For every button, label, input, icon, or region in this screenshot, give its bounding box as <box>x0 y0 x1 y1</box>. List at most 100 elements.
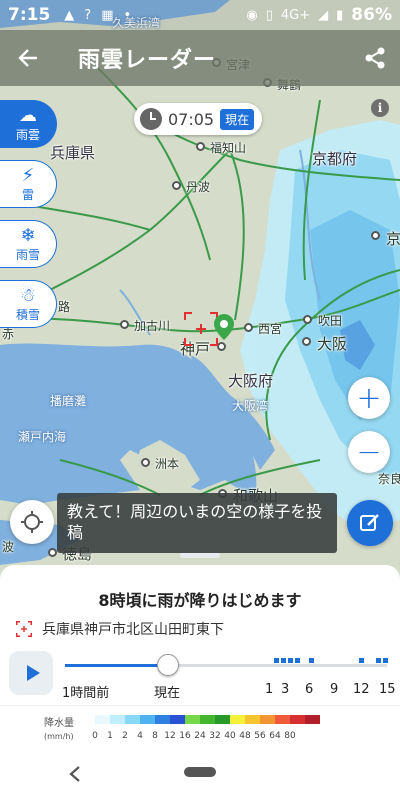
legend-swatch <box>275 715 290 724</box>
target-icon <box>16 621 32 637</box>
timeline-label-start: 1時間前 <box>62 686 110 701</box>
layer-label: 雨雲 <box>15 127 40 142</box>
legend-value: 0 <box>92 731 98 741</box>
map-label-tamba: 丹波 <box>186 180 211 194</box>
map-label-osaka-pref: 大阪府 <box>228 372 274 390</box>
city-dot <box>244 323 253 332</box>
map-label-fragment: 波 <box>2 540 15 554</box>
system-nav-bar <box>0 755 400 800</box>
radar-map[interactable]: 久美浜湾 宮津 舞鶴 兵庫県 福知山 京都府 丹波 京 路 加古川 西宮 吹田 … <box>0 0 400 575</box>
map-label-osaka-bay: 大阪湾 <box>232 399 269 413</box>
status-bar: 7:15 ▲ ? ▦ • ◉ ▯ 4G+ ◢ ▮ 86% <box>0 0 400 30</box>
legend-value: 16 <box>179 731 191 741</box>
legend-value: 56 <box>254 731 266 741</box>
legend-swatch <box>95 715 110 724</box>
city-dot <box>120 320 129 329</box>
location-icon: ◉ <box>246 7 258 23</box>
chevron-left-icon <box>69 766 80 782</box>
legend-color-scale <box>95 715 320 724</box>
map-label-nishinomiya: 西宮 <box>258 322 283 336</box>
legend-swatch <box>305 715 320 724</box>
zoom-in-button[interactable]: + <box>348 377 390 419</box>
zoom-out-button[interactable]: − <box>348 431 390 473</box>
map-base <box>0 0 400 575</box>
nav-back-button[interactable] <box>68 765 82 788</box>
timeline-label-hour: 15 <box>379 682 396 697</box>
map-label-harimanada: 播磨灘 <box>50 394 87 408</box>
layer-label: 積雪 <box>15 307 40 322</box>
warning-icon: ▲ <box>64 7 75 23</box>
app-bar: 雨雲レーダー <box>0 30 400 86</box>
post-report-button[interactable] <box>347 500 393 546</box>
legend-swatch <box>185 715 200 724</box>
legend-value: 2 <box>122 731 128 741</box>
layer-label: 雷 <box>21 187 34 202</box>
now-badge: 現在 <box>220 108 255 130</box>
rain-indicator <box>288 658 293 663</box>
battery-percent: 86% <box>351 5 392 25</box>
timeline-slider[interactable]: 1時間前 現在 1 3 6 9 12 15 <box>62 651 396 701</box>
legend-swatch <box>200 715 215 724</box>
legend-value: 80 <box>284 731 296 741</box>
location-row: 兵庫県神戸市北区山田町東下 <box>16 619 224 639</box>
timeline-label-hour: 3 <box>281 682 290 697</box>
rain-indicator <box>359 658 364 663</box>
layer-rain-button[interactable]: ☁ 雨雲 <box>0 100 57 148</box>
map-label-kyoto-pref: 京都府 <box>312 150 358 168</box>
map-label-kyoto: 京 <box>386 230 400 248</box>
layer-snow-accumulation-button[interactable]: ☃ 積雪 <box>0 280 57 328</box>
layer-lightning-button[interactable]: ⚡ 雷 <box>0 160 57 208</box>
map-label-fukuchiyama: 福知山 <box>210 141 247 155</box>
precipitation-legend: 降水量 (mm/h) 0 1 2 4 8 12 16 24 32 40 48 56 64 80 <box>0 705 400 745</box>
info-icon[interactable]: i <box>371 99 389 117</box>
legend-value: 4 <box>137 731 143 741</box>
sheet-handle[interactable] <box>180 553 220 558</box>
share-icon <box>365 47 385 69</box>
legend-value: 48 <box>239 731 251 741</box>
battery-icon: ▮ <box>336 7 344 23</box>
city-dot <box>172 181 181 190</box>
back-button[interactable] <box>0 30 56 86</box>
legend-swatch <box>290 715 305 724</box>
current-location-button[interactable] <box>10 500 54 544</box>
time-indicator[interactable]: 07:05 現在 <box>134 103 263 135</box>
city-dot <box>217 342 226 351</box>
lightning-icon: ⚡ <box>21 164 35 186</box>
legend-value: 12 <box>164 731 176 741</box>
legend-swatch <box>170 715 185 724</box>
legend-title: 降水量 <box>44 718 74 729</box>
legend-swatch <box>260 715 275 724</box>
share-button[interactable] <box>350 30 400 86</box>
legend-swatch <box>230 715 245 724</box>
dot-icon: • <box>123 7 132 23</box>
legend-unit: (mm/h) <box>44 732 74 741</box>
legend-swatch <box>215 715 230 724</box>
minus-icon: − <box>356 434 382 470</box>
legend-value: 1 <box>107 731 113 741</box>
signal-icon: ◢ <box>318 7 329 23</box>
location-pin-icon <box>214 314 234 340</box>
post-prompt-banner[interactable]: 教えて！周辺のいまの空の様子を投稿 <box>57 493 337 553</box>
status-time: 7:15 <box>8 5 51 25</box>
snow-rain-icon: ❄ <box>20 224 36 246</box>
rain-indicator <box>383 658 388 663</box>
radar-time: 07:05 <box>168 109 215 129</box>
timeline-thumb[interactable] <box>157 654 180 676</box>
nav-home-button[interactable] <box>184 767 216 777</box>
unknown-app-icon: ? <box>84 7 92 23</box>
legend-value: 40 <box>224 731 236 741</box>
rain-indicator <box>295 658 300 663</box>
arrow-left-icon <box>18 49 37 67</box>
layer-snow-rain-button[interactable]: ❄ 雨雪 <box>0 220 57 268</box>
legend-swatch <box>140 715 155 724</box>
city-dot <box>196 142 205 151</box>
city-dot <box>302 337 311 346</box>
plus-icon: + <box>356 380 382 416</box>
clock-icon <box>140 108 162 130</box>
legend-value: 8 <box>152 731 158 741</box>
legend-value: 32 <box>209 731 221 741</box>
play-button[interactable] <box>9 651 53 695</box>
rain-indicator <box>376 658 381 663</box>
city-dot <box>371 231 380 240</box>
location-name: 兵庫県神戸市北区山田町東下 <box>42 622 224 638</box>
